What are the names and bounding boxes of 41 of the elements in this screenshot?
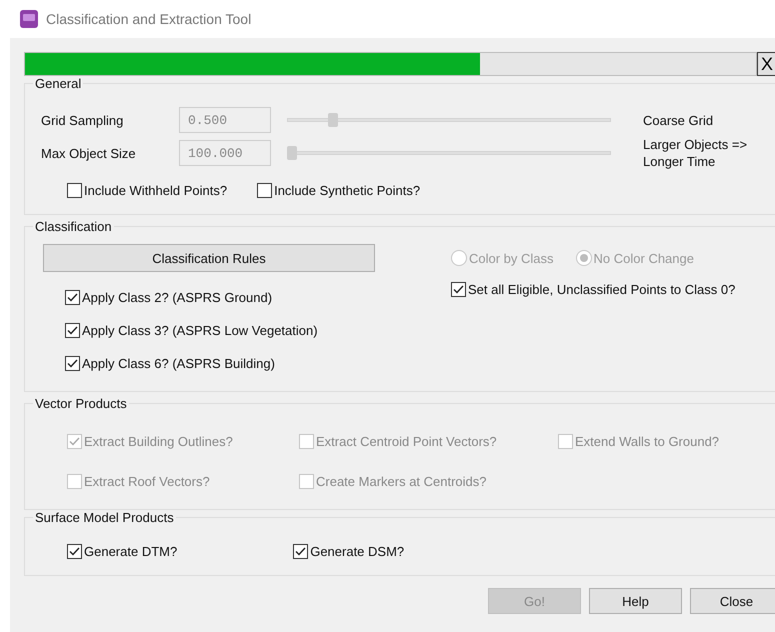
checkbox[interactable] (67, 183, 82, 198)
checkbox[interactable] (293, 544, 308, 559)
hint-text: Larger Objects => Longer Time (643, 136, 748, 170)
checkbox-label: Apply Class 3? (ASPRS Low Vegetation) (82, 323, 318, 338)
hint-text: Coarse Grid (643, 112, 714, 128)
slider-thumb[interactable] (328, 113, 338, 127)
checkbox-label: Create Markers at Centroids? (316, 474, 487, 489)
app-logo-icon (20, 10, 38, 28)
checkbox-label: Extract Roof Vectors? (84, 474, 210, 489)
checkbox-label: Extract Building Outlines? (84, 434, 233, 449)
checkbox[interactable] (257, 183, 272, 198)
checkbox[interactable] (67, 544, 82, 559)
checkbox-label: Include Synthetic Points? (274, 183, 420, 198)
checkbox-label: Set all Eligible, Unclassified Points to Class 0? (468, 282, 736, 297)
group-title: Surface Model Products (34, 510, 175, 525)
checkbox-label: Include Withheld Points? (84, 183, 228, 198)
radio-label: Color by Class (469, 250, 554, 266)
slider[interactable] (287, 145, 611, 161)
checkbox-label: Generate DSM? (310, 544, 404, 559)
checkbox[interactable] (451, 282, 466, 297)
field-label: Grid Sampling (41, 112, 124, 128)
classification-rules-button[interactable]: Classification Rules (43, 244, 375, 272)
checkbox[interactable] (65, 356, 80, 371)
group-title: Vector Products (34, 396, 128, 411)
checkbox-label: Apply Class 6? (ASPRS Building) (82, 356, 275, 371)
field-label: Max Object Size (41, 146, 137, 160)
slider-thumb[interactable] (287, 146, 297, 160)
cancel-button[interactable]: X (757, 52, 775, 76)
window-title: Classification and Extraction Tool (46, 11, 252, 27)
checkbox-label: Generate DTM? (84, 544, 178, 559)
checkbox[interactable] (65, 323, 80, 338)
checkbox-label: Extend Walls to Ground? (575, 434, 720, 449)
radio-label: No Color Change (594, 250, 694, 266)
group-title: General (34, 76, 82, 91)
checkbox-label: Extract Centroid Point Vectors? (316, 434, 497, 449)
dialog-button[interactable]: Close (690, 588, 775, 614)
checkbox-label: Apply Class 2? (ASPRS Ground) (82, 290, 272, 305)
group-title: Classification (34, 219, 113, 234)
slider[interactable] (287, 112, 611, 128)
dialog-button[interactable]: Help (589, 588, 682, 614)
checkbox[interactable] (65, 290, 80, 305)
